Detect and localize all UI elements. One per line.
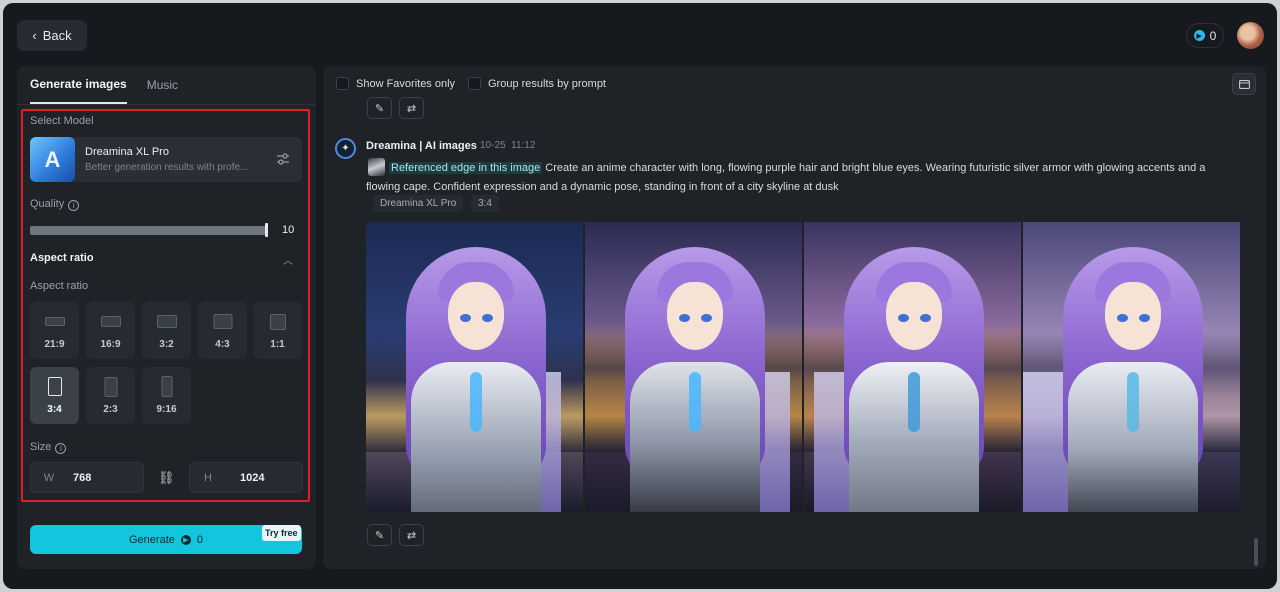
generated-image-1[interactable] bbox=[366, 222, 583, 512]
repeat-icon: ⇄ bbox=[406, 102, 417, 115]
tab-music[interactable]: Music bbox=[147, 66, 178, 104]
coin-icon: ▶ bbox=[180, 534, 191, 545]
folder-button[interactable] bbox=[1232, 73, 1256, 95]
generated-image-3[interactable] bbox=[804, 222, 1021, 512]
message-author: Dreamina | AI images bbox=[366, 140, 477, 152]
reference-chip[interactable]: Referenced edge in this image bbox=[389, 162, 543, 174]
repeat-icon: ⇄ bbox=[406, 529, 417, 542]
regenerate-button[interactable]: ⇄ bbox=[399, 97, 424, 119]
back-label: Back bbox=[42, 28, 72, 43]
edit-button[interactable]: ✎ bbox=[367, 524, 392, 546]
edit-button[interactable]: ✎ bbox=[367, 97, 392, 119]
generate-label: Generate bbox=[129, 533, 175, 546]
folder-icon bbox=[1238, 80, 1250, 89]
generated-image-2[interactable] bbox=[585, 222, 802, 512]
group-by-prompt-checkbox[interactable]: Group results by prompt bbox=[468, 77, 606, 90]
settings-highlight-box bbox=[21, 109, 310, 502]
try-free-badge: Try free bbox=[262, 525, 301, 541]
generated-image-4[interactable] bbox=[1023, 222, 1240, 512]
credits-count: 0 bbox=[1209, 28, 1217, 43]
show-favorites-checkbox[interactable]: Show Favorites only bbox=[336, 77, 455, 90]
regenerate-button[interactable]: ⇄ bbox=[399, 524, 424, 546]
generate-cost: 0 bbox=[196, 533, 203, 546]
avatar[interactable] bbox=[1237, 22, 1264, 49]
pencil-icon: ✎ bbox=[374, 102, 385, 115]
coin-icon: ▶ bbox=[1193, 30, 1205, 41]
dreamina-logo-icon: ✦ bbox=[335, 138, 356, 159]
ratio-tag: 3:4 bbox=[471, 195, 499, 212]
back-button[interactable]: ‹ Back bbox=[17, 20, 87, 51]
results-scrollbar[interactable] bbox=[1254, 538, 1258, 566]
tab-divider bbox=[17, 104, 316, 105]
show-favorites-label: Show Favorites only bbox=[356, 77, 456, 90]
tab-generate-images[interactable]: Generate images bbox=[30, 66, 127, 104]
message-time: 11:12 bbox=[511, 140, 536, 151]
app-window: ‹ Back ▶ 0 Generate images Music Select … bbox=[3, 3, 1277, 589]
message-timestamp: 10-25 11:12 bbox=[480, 140, 535, 151]
prompt-text: Referenced edge in this image Create an … bbox=[366, 159, 1236, 197]
group-by-prompt-label: Group results by prompt bbox=[488, 77, 606, 90]
model-tag: Dreamina XL Pro bbox=[373, 195, 464, 212]
checkbox-box[interactable] bbox=[468, 77, 481, 90]
chevron-left-icon: ‹ bbox=[32, 28, 37, 43]
pencil-icon: ✎ bbox=[374, 529, 385, 542]
tab-bar: Generate images Music bbox=[30, 66, 178, 104]
message-date: 10-25 bbox=[480, 140, 506, 151]
credits-badge[interactable]: ▶ 0 bbox=[1186, 23, 1224, 48]
checkbox-box[interactable] bbox=[336, 77, 349, 90]
